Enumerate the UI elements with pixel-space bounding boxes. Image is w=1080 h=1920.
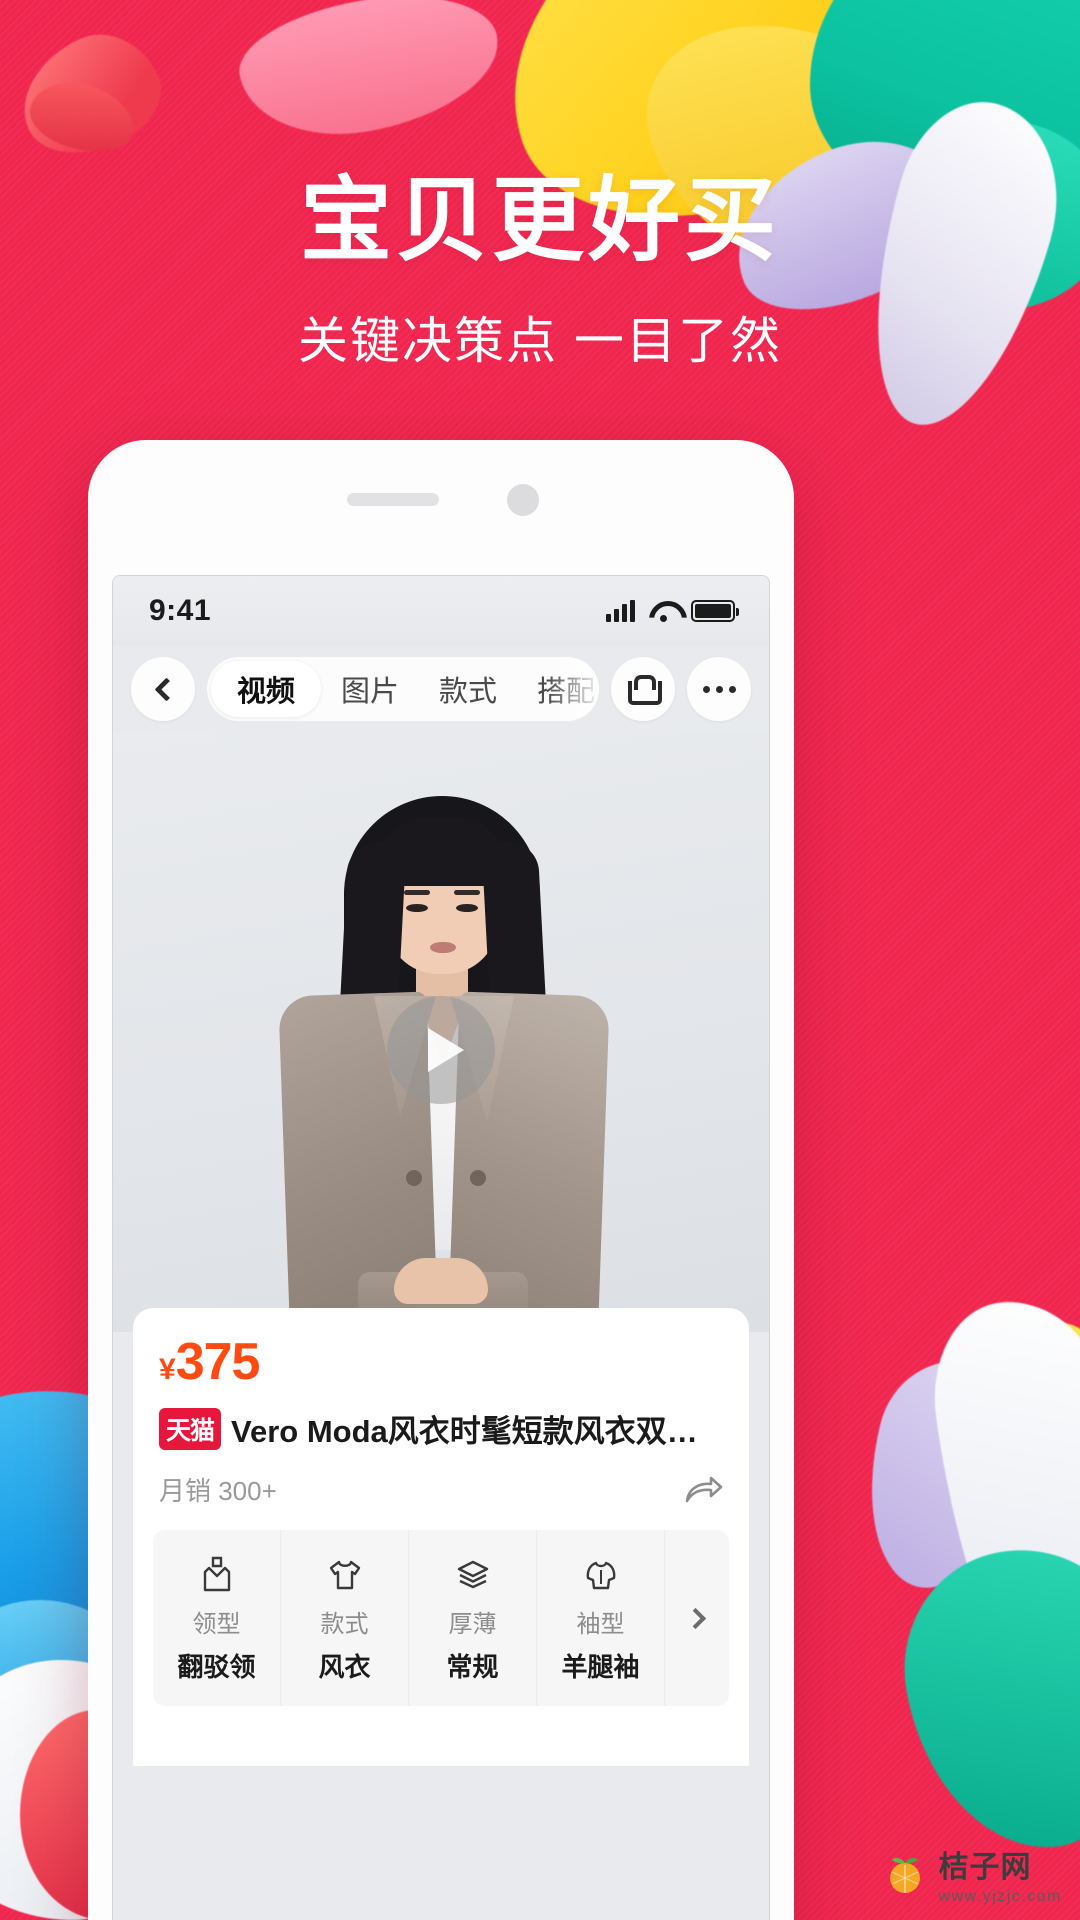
play-button-icon [428,1028,464,1072]
phone-notch [88,440,794,555]
attributes-expand-button[interactable] [665,1530,729,1706]
watermark-site-name: 桔子网 [938,1851,1032,1884]
shopping-cart-icon [628,675,662,705]
attribute-value: 羊腿袖 [561,1652,640,1682]
layers-icon [413,1552,532,1596]
cellular-signal-icon [606,600,635,622]
tshirt-icon [285,1552,404,1596]
attribute-sleeve[interactable]: 袖型 羊腿袖 [537,1530,665,1706]
wifi-icon [649,601,677,622]
model-hands [394,1258,488,1304]
status-bar-indicators [606,600,739,622]
more-options-icon [702,685,736,693]
model-coat-button-right [470,1170,486,1186]
model-coat-button-left [406,1170,422,1186]
phone-screen: 9:41 视频 图片 款式 搭配 尺码 [112,575,770,1920]
orange-fruit-logo-icon [882,1851,928,1897]
attribute-collar[interactable]: 领型 翻驳领 [153,1530,281,1706]
navigation-bar: 视频 图片 款式 搭配 尺码 [113,646,769,732]
model-eye-right [456,904,478,912]
attribute-value: 常规 [446,1652,499,1682]
chevron-left-icon [153,676,179,702]
product-info-card: ¥ 375 天猫 Vero Moda风衣时髦短款风衣双排扣收腰 月销 300+ [133,1308,749,1766]
status-bar-time: 9:41 [149,594,212,627]
poster-headings: 宝贝更好买 关键决策点 一目了然 [0,170,1080,373]
sleeve-icon [541,1552,660,1596]
attribute-value: 翻驳领 [177,1652,256,1682]
watermark-text: 桔子网 www.yjzjc.com [938,1842,1062,1906]
tmall-badge: 天猫 [159,1407,222,1450]
phone-speaker-icon [347,493,439,506]
phone-mockup: 9:41 视频 图片 款式 搭配 尺码 [88,440,794,1920]
back-button[interactable] [131,657,195,721]
tab-match[interactable]: 搭配 [517,657,599,721]
model-brow-right [454,890,480,895]
tab-images[interactable]: 图片 [321,657,419,721]
watermark: 桔子网 www.yjzjc.com [882,1842,1062,1906]
tab-style[interactable]: 款式 [419,657,517,721]
attribute-style[interactable]: 款式 风衣 [281,1530,409,1706]
tab-bar: 视频 图片 款式 搭配 尺码 [207,657,599,721]
page-title: 宝贝更好买 [299,170,780,272]
currency-symbol: ¥ [159,1353,176,1386]
cart-button[interactable] [611,657,675,721]
product-sales-row: 月销 300+ [159,1471,723,1508]
status-bar: 9:41 [113,576,769,646]
attribute-label: 领型 [192,1611,241,1638]
chevron-right-icon [684,1607,706,1629]
more-button[interactable] [687,657,751,721]
next-section-placeholder [179,1726,703,1766]
monthly-sales-text: 月销 300+ [159,1476,277,1506]
attribute-value: 风衣 [318,1652,371,1682]
product-title: Vero Moda风衣时髦短款风衣双排扣收腰 [231,1414,723,1449]
play-button[interactable] [387,996,495,1104]
attribute-label: 厚薄 [448,1611,497,1638]
price-amount: 375 [175,1333,261,1391]
page-subtitle: 关键决策点 一目了然 [298,313,782,370]
attribute-label: 袖型 [576,1611,625,1638]
model-brow-left [404,890,430,895]
watermark-site-url: www.yjzjc.com [938,1888,1062,1905]
tab-video[interactable]: 视频 [211,661,322,717]
share-icon[interactable] [683,1473,723,1507]
phone-camera-icon [507,484,539,516]
attribute-thickness[interactable]: 厚薄 常规 [409,1530,537,1706]
product-price: ¥ 375 [159,1332,723,1392]
model-lips [430,942,456,953]
model-eye-left [406,904,428,912]
product-title-row: 天猫 Vero Moda风衣时髦短款风衣双排扣收腰 [159,1406,723,1451]
attribute-label: 款式 [320,1611,369,1638]
product-attributes: 领型 翻驳领 款式 风衣 厚薄 常规 袖型 羊腿袖 [133,1530,749,1706]
battery-icon [691,600,739,622]
collar-icon [157,1552,276,1596]
product-video-area[interactable] [113,732,769,1332]
